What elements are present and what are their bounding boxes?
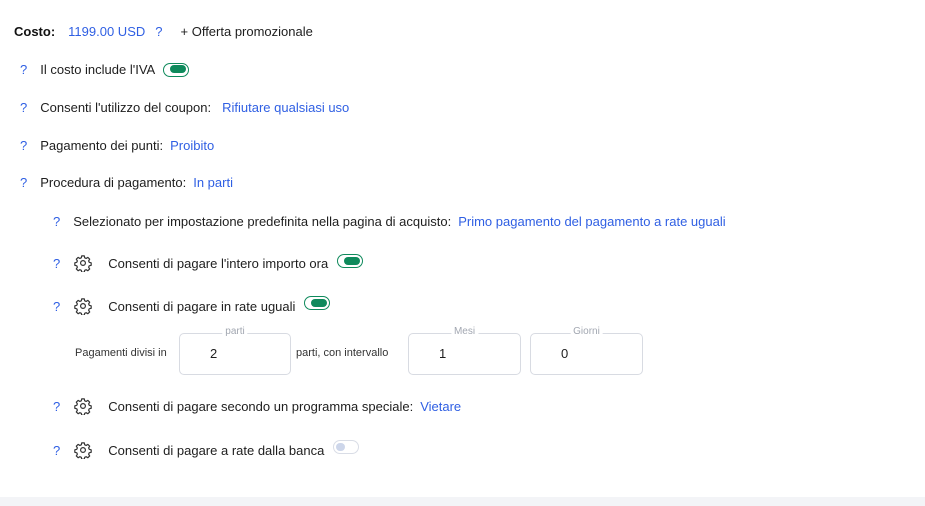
months-value: 1 xyxy=(439,346,447,361)
bank-installments-help-icon[interactable]: ? xyxy=(53,443,60,458)
equal-installments-help-icon[interactable]: ? xyxy=(53,299,60,314)
full-now-toggle[interactable] xyxy=(337,254,364,268)
coupon-help-icon[interactable]: ? xyxy=(20,100,27,115)
default-selected-label: Selezionato per impostazione predefinita… xyxy=(73,214,452,229)
months-field-label: Mesi xyxy=(450,326,479,337)
promo-offer-link[interactable]: + Offerta promozionale xyxy=(181,24,313,39)
full-now-help-icon[interactable]: ? xyxy=(53,256,60,271)
equal-installments-row: ? Consenti di pagare in rate uguali xyxy=(53,296,331,316)
gear-icon[interactable] xyxy=(74,297,93,316)
procedure-help-icon[interactable]: ? xyxy=(20,175,27,190)
months-input[interactable]: Mesi 1 xyxy=(408,326,521,375)
special-schedule-help-icon[interactable]: ? xyxy=(53,399,60,414)
vat-label: Il costo include l'IVA xyxy=(40,62,156,77)
gear-icon[interactable] xyxy=(74,254,93,273)
points-row: ? Pagamento dei punti: Proibito xyxy=(20,138,214,153)
days-field-label: Giorni xyxy=(570,326,603,337)
cost-help-icon[interactable]: ? xyxy=(155,24,162,39)
gear-icon[interactable] xyxy=(74,441,93,460)
equal-installments-label: Consenti di pagare in rate uguali xyxy=(108,298,296,314)
days-input[interactable]: Giorni 0 xyxy=(530,326,643,375)
coupon-value-link[interactable]: Rifiutare qualsiasi uso xyxy=(222,100,349,115)
cost-row: Costo: 1199.00 USD ? + Offerta promozion… xyxy=(14,24,313,39)
divided-in-label: Pagamenti divisi in xyxy=(75,347,167,359)
full-now-row: ? Consenti di pagare l'intero importo or… xyxy=(53,254,364,273)
procedure-label: Procedura di pagamento: xyxy=(40,175,187,190)
coupon-row: ? Consenti l'utilizzo del coupon: Rifiut… xyxy=(20,100,349,115)
default-selected-help-icon[interactable]: ? xyxy=(53,214,60,229)
points-label: Pagamento dei punti: xyxy=(40,138,164,153)
equal-installments-toggle[interactable] xyxy=(304,296,331,310)
default-selected-row: ? Selezionato per impostazione predefini… xyxy=(53,214,726,229)
cost-label: Costo: xyxy=(14,24,56,39)
default-selected-value-link[interactable]: Primo pagamento del pagamento a rate ugu… xyxy=(458,214,725,229)
procedure-row: ? Procedura di pagamento: In parti xyxy=(20,175,233,190)
points-help-icon[interactable]: ? xyxy=(20,138,27,153)
coupon-label: Consenti l'utilizzo del coupon: xyxy=(40,100,212,115)
bank-installments-label: Consenti di pagare a rate dalla banca xyxy=(108,442,325,458)
vat-toggle[interactable] xyxy=(163,62,190,77)
bank-installments-toggle[interactable] xyxy=(333,440,360,454)
parts-input[interactable]: parti 2 xyxy=(179,326,291,375)
days-value: 0 xyxy=(561,346,569,361)
points-value-link[interactable]: Proibito xyxy=(170,138,214,153)
special-schedule-label: Consenti di pagare secondo un programma … xyxy=(108,398,414,414)
vat-row: ? Il costo include l'IVA xyxy=(20,62,190,77)
parts-value: 2 xyxy=(210,346,218,361)
full-now-label: Consenti di pagare l'intero importo ora xyxy=(108,255,329,271)
vat-help-icon[interactable]: ? xyxy=(20,62,27,77)
special-schedule-row: ? Consenti di pagare secondo un programm… xyxy=(53,397,461,416)
gear-icon[interactable] xyxy=(74,397,93,416)
parts-field-label: parti xyxy=(222,326,248,337)
bank-installments-row: ? Consenti di pagare a rate dalla banca xyxy=(53,440,360,460)
payment-settings-card: Costo: 1199.00 USD ? + Offerta promozion… xyxy=(0,0,925,497)
interval-label: parti, con intervallo xyxy=(296,347,389,359)
cost-value[interactable]: 1199.00 USD xyxy=(68,24,145,39)
procedure-value-link[interactable]: In parti xyxy=(193,175,233,190)
special-schedule-value-link[interactable]: Vietare xyxy=(420,399,461,414)
